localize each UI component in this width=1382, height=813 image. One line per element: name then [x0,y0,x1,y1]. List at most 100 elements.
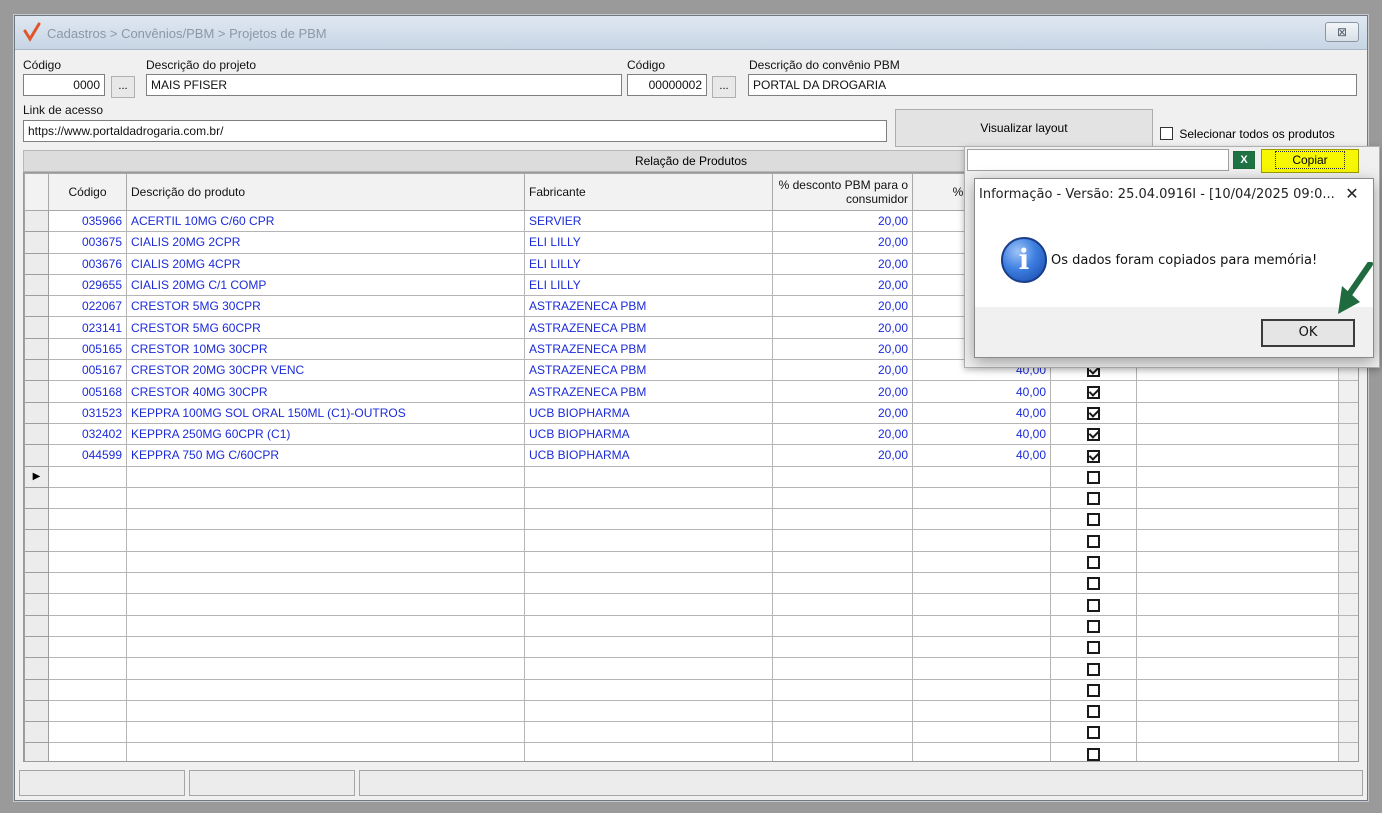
cell-check[interactable] [1050,657,1137,680]
cell-descricao[interactable] [126,550,525,574]
cell-desc-other[interactable] [912,657,1051,680]
cell-check[interactable] [1050,508,1137,531]
table-row[interactable] [24,572,1358,595]
cell-check[interactable] [1050,593,1137,616]
cell-descricao[interactable] [126,699,525,723]
codigo-lookup-button[interactable]: ... [111,76,135,98]
cell-fabricante[interactable] [524,742,773,761]
col-header-desc-consumidor[interactable]: % desconto PBM para o consumidor [772,173,913,211]
cell-descricao[interactable]: CIALIS 20MG C/1 COMP [126,273,525,297]
cell-desc-consumidor[interactable] [772,486,913,510]
cell-check[interactable] [1050,699,1137,723]
convenio-lookup-button[interactable]: ... [712,76,736,98]
table-row[interactable] [24,699,1358,723]
codigo-field[interactable]: 0000 [23,74,105,96]
cell-desc-other[interactable] [912,678,1051,701]
cell-desc-other[interactable] [912,721,1051,744]
cell-desc-consumidor[interactable]: 20,00 [772,444,913,467]
cell-check[interactable] [1050,742,1137,761]
cell-descricao[interactable]: KEPPRA 250MG 60CPR (C1) [126,422,525,446]
cell-codigo[interactable] [48,486,127,510]
cell-descricao[interactable] [126,486,525,510]
cell-desc-consumidor[interactable]: 20,00 [772,401,913,424]
cell-descricao[interactable]: KEPPRA 750 MG C/60CPR [126,444,525,467]
row-checkbox[interactable] [1087,662,1100,676]
cell-check[interactable] [1050,380,1137,403]
row-checkbox[interactable] [1087,619,1100,633]
cell-descricao[interactable]: CRESTOR 10MG 30CPR [126,337,525,361]
cell-desc-other[interactable] [912,742,1051,761]
table-row[interactable] [24,614,1358,637]
row-indicator[interactable] [24,231,49,254]
cell-check[interactable] [1050,444,1137,467]
cell-desc-consumidor[interactable] [772,742,913,761]
cell-desc-other[interactable]: 40,00 [912,422,1051,446]
cell-desc-other[interactable]: 40,00 [912,401,1051,424]
row-indicator[interactable] [24,508,49,531]
descricao-projeto-field[interactable]: MAIS PFISER [146,74,622,96]
cell-descricao[interactable]: CRESTOR 40MG 30CPR [126,380,525,403]
window-close-button[interactable]: ⊠ [1325,22,1359,42]
row-indicator[interactable] [24,337,49,361]
cell-codigo[interactable] [48,678,127,701]
cell-descricao[interactable] [126,465,525,488]
cell-codigo[interactable] [48,742,127,761]
cell-codigo[interactable] [48,699,127,723]
row-indicator[interactable] [24,444,49,467]
cell-desc-consumidor[interactable] [772,465,913,488]
cell-fabricante[interactable]: ASTRAZENECA PBM [524,359,773,382]
cell-descricao[interactable] [126,721,525,744]
cell-codigo[interactable]: 035966 [48,209,127,233]
cell-desc-other[interactable] [912,572,1051,595]
cell-codigo[interactable] [48,465,127,488]
cell-codigo[interactable]: 029655 [48,273,127,297]
cell-descricao[interactable]: KEPPRA 100MG SOL ORAL 150ML (C1)-OUTROS [126,401,525,424]
cell-desc-other[interactable]: 40,00 [912,380,1051,403]
cell-descricao[interactable] [126,742,525,761]
cell-fabricante[interactable]: ELI LILLY [524,252,773,275]
cell-check[interactable] [1050,550,1137,574]
cell-descricao[interactable] [126,508,525,531]
cell-codigo[interactable]: 031523 [48,401,127,424]
cell-codigo[interactable] [48,721,127,744]
table-row[interactable] [24,486,1358,510]
row-checkbox[interactable] [1087,577,1100,591]
cell-desc-consumidor[interactable] [772,593,913,616]
row-indicator[interactable] [24,209,49,233]
cell-codigo[interactable]: 023141 [48,316,127,339]
cell-fabricante[interactable] [524,614,773,637]
row-indicator[interactable] [24,593,49,616]
cell-desc-consumidor[interactable]: 20,00 [772,380,913,403]
cell-descricao[interactable] [126,572,525,595]
cell-check[interactable] [1050,614,1137,637]
cell-fabricante[interactable] [524,635,773,659]
cell-fabricante[interactable]: ASTRAZENECA PBM [524,380,773,403]
ok-button[interactable]: OK [1261,319,1355,347]
row-indicator[interactable] [24,359,49,382]
cell-check[interactable] [1050,465,1137,488]
table-row[interactable] [24,721,1358,744]
cell-fabricante[interactable] [524,486,773,510]
cell-desc-consumidor[interactable]: 20,00 [772,316,913,339]
cell-codigo[interactable] [48,657,127,680]
row-indicator[interactable] [24,252,49,275]
cell-codigo[interactable]: 044599 [48,444,127,467]
cell-desc-other[interactable] [912,465,1051,488]
row-indicator[interactable]: ▶ [24,465,49,488]
selecionar-todos-checkbox[interactable]: Selecionar todos os produtos [1160,126,1335,141]
row-indicator[interactable] [24,486,49,510]
cell-fabricante[interactable]: ELI LILLY [524,231,773,254]
cell-check[interactable] [1050,422,1137,446]
cell-desc-other[interactable] [912,635,1051,659]
col-header-descricao[interactable]: Descrição do produto [126,173,525,211]
row-checkbox[interactable] [1087,406,1100,420]
row-checkbox[interactable] [1087,492,1100,506]
cell-descricao[interactable]: ACERTIL 10MG C/60 CPR [126,209,525,233]
row-checkbox[interactable] [1087,747,1100,761]
row-indicator[interactable] [24,550,49,574]
row-indicator[interactable] [24,295,49,318]
row-indicator[interactable] [24,635,49,659]
cell-fabricante[interactable]: ASTRAZENECA PBM [524,295,773,318]
cell-descricao[interactable]: CIALIS 20MG 4CPR [126,252,525,275]
cell-codigo[interactable] [48,635,127,659]
